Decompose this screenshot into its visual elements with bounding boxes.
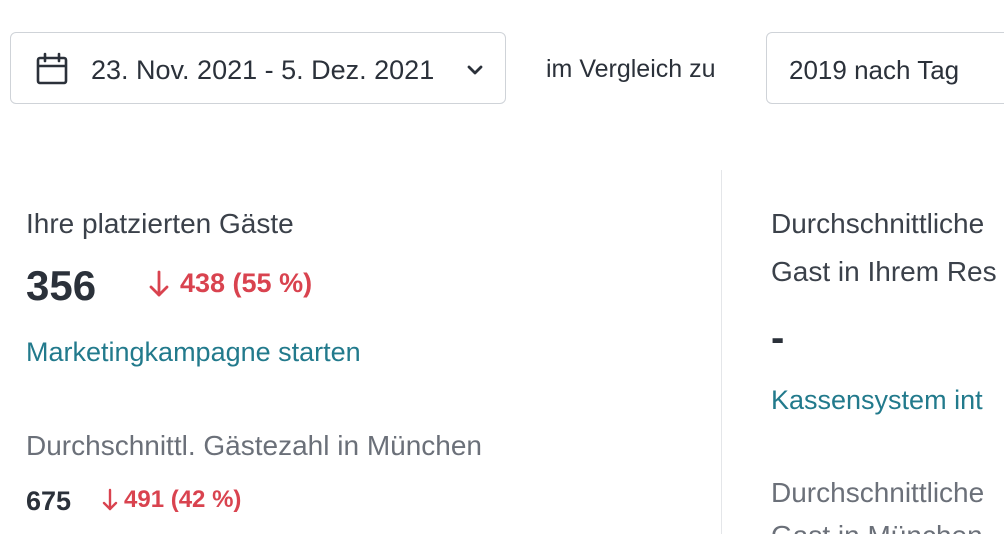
compare-label: im Vergleich zu [546,55,716,83]
spend-card-title-line1: Durchschnittliche [771,208,985,239]
date-range-value: 23. Nov. 2021 - 5. Dez. 2021 [91,55,435,85]
start-marketing-campaign-link[interactable]: Marketingkampagne starten [26,337,361,368]
guests-card-title: Ihre platzierten Gäste [26,208,294,239]
spend-city-title-line1: Durchschnittliche [771,477,985,508]
chevron-down-icon [465,62,485,78]
guests-card-value: 356 [26,262,97,309]
city-average-change: 491 (42 %) [102,486,241,514]
city-average-change-text: 491 (42 %) [124,486,242,513]
date-range-picker[interactable]: 23. Nov. 2021 - 5. Dez. 2021 [10,32,506,104]
spend-card-value: - [771,316,785,360]
city-average-title: Durchschnittl. Gästezahl in München [26,430,482,461]
city-average-value: 675 [26,486,72,516]
spend-card-title-line2: Gast in Ihrem Res [771,256,997,287]
card-divider [721,170,722,534]
compare-period-value: 2019 nach Tag [789,55,960,85]
spend-city-title-line2: Gast in München [771,520,983,534]
arrow-down-icon [148,269,170,299]
integrate-pos-link[interactable]: Kassensystem int [771,385,983,416]
guests-card-change-text: 438 (55 %) [180,268,313,298]
dashboard-page: 23. Nov. 2021 - 5. Dez. 2021 im Vergleic… [0,0,1004,534]
compare-period-select[interactable]: 2019 nach Tag [766,32,1004,104]
guests-card-change: 438 (55 %) [148,268,312,299]
calendar-icon [35,52,69,86]
arrow-down-icon [102,488,118,512]
